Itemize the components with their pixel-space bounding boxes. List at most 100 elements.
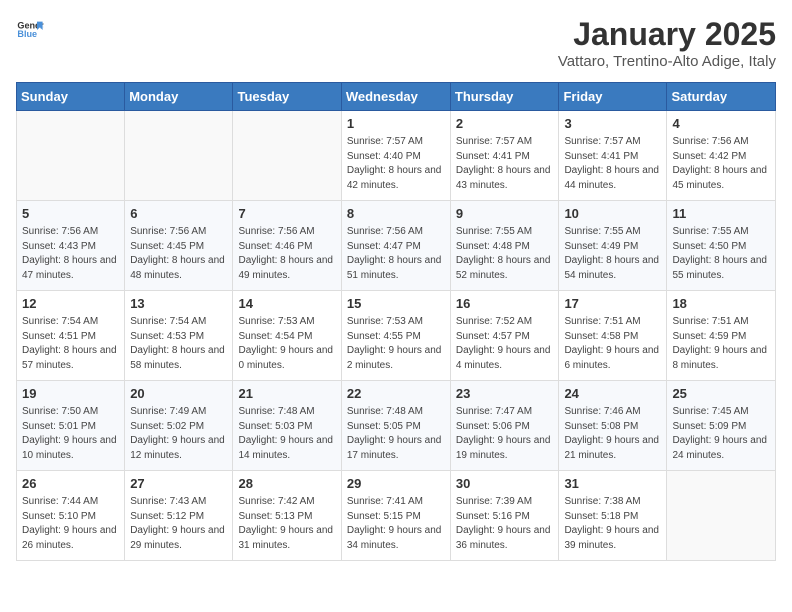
day-number: 4 <box>672 115 770 133</box>
calendar-cell <box>667 471 776 561</box>
day-number: 19 <box>22 385 119 403</box>
day-info: Sunrise: 7:56 AM Sunset: 4:46 PM Dayligh… <box>238 225 335 283</box>
calendar-cell: 16 Sunrise: 7:52 AM Sunset: 4:57 PM Dayli… <box>450 291 559 381</box>
calendar-cell: 12 Sunrise: 7:54 AM Sunset: 4:51 PM Dayli… <box>17 291 125 381</box>
day-number: 30 <box>456 475 554 493</box>
calendar-cell: 8 Sunrise: 7:56 AM Sunset: 4:47 PM Daylig… <box>341 201 450 291</box>
day-info: Sunrise: 7:54 AM Sunset: 4:51 PM Dayligh… <box>22 315 119 373</box>
calendar-cell: 19 Sunrise: 7:50 AM Sunset: 5:01 PM Dayli… <box>17 381 125 471</box>
calendar-cell: 30 Sunrise: 7:39 AM Sunset: 5:16 PM Dayli… <box>450 471 559 561</box>
header-saturday: Saturday <box>667 83 776 111</box>
day-number: 31 <box>564 475 661 493</box>
day-number: 28 <box>238 475 335 493</box>
day-number: 23 <box>456 385 554 403</box>
day-number: 6 <box>130 205 227 223</box>
day-info: Sunrise: 7:48 AM Sunset: 5:03 PM Dayligh… <box>238 405 335 463</box>
day-number: 15 <box>347 295 445 313</box>
calendar-cell: 28Sunrise: 7:42 AM Sunset: 5:13 PM Dayli… <box>233 471 341 561</box>
header: General Blue January 2025 Vattaro, Trent… <box>16 16 776 70</box>
day-number: 18 <box>672 295 770 313</box>
calendar-cell: 6 Sunrise: 7:56 AM Sunset: 4:45 PM Daylig… <box>125 201 233 291</box>
calendar-cell: 13 Sunrise: 7:54 AM Sunset: 4:53 PM Dayli… <box>125 291 233 381</box>
calendar-cell: 9 Sunrise: 7:55 AM Sunset: 4:48 PM Daylig… <box>450 201 559 291</box>
day-number: 9 <box>456 205 554 223</box>
calendar-week-5: 26 Sunrise: 7:44 AM Sunset: 5:10 PM Dayli… <box>17 471 776 561</box>
day-number: 3 <box>564 115 661 133</box>
header-wednesday: Wednesday <box>341 83 450 111</box>
day-info: Sunrise: 7:51 AM Sunset: 4:58 PM Dayligh… <box>564 315 661 373</box>
day-info: Sunrise: 7:57 AM Sunset: 4:40 PM Dayligh… <box>347 135 445 193</box>
day-info: Sunrise: 7:53 AM Sunset: 4:55 PM Dayligh… <box>347 315 445 373</box>
calendar-cell: 20 Sunrise: 7:49 AM Sunset: 5:02 PM Dayli… <box>125 381 233 471</box>
day-number: 11 <box>672 205 770 223</box>
day-info: Sunrise: 7:47 AM Sunset: 5:06 PM Dayligh… <box>456 405 554 463</box>
calendar-cell: 29Sunrise: 7:41 AM Sunset: 5:15 PM Dayli… <box>341 471 450 561</box>
calendar-cell: 17 Sunrise: 7:51 AM Sunset: 4:58 PM Dayli… <box>559 291 667 381</box>
day-number: 5 <box>22 205 119 223</box>
day-number: 12 <box>22 295 119 313</box>
calendar-cell: 23 Sunrise: 7:47 AM Sunset: 5:06 PM Dayli… <box>450 381 559 471</box>
calendar-cell: 18 Sunrise: 7:51 AM Sunset: 4:59 PM Dayli… <box>667 291 776 381</box>
calendar-cell: 14 Sunrise: 7:53 AM Sunset: 4:54 PM Dayli… <box>233 291 341 381</box>
day-info: Sunrise: 7:49 AM Sunset: 5:02 PM Dayligh… <box>130 405 227 463</box>
day-info: Sunrise: 7:54 AM Sunset: 4:53 PM Dayligh… <box>130 315 227 373</box>
day-number: 13 <box>130 295 227 313</box>
day-number: 20 <box>130 385 227 403</box>
calendar-week-1: 1 Sunrise: 7:57 AM Sunset: 4:40 PM Daylig… <box>17 111 776 201</box>
calendar-cell: 22Sunrise: 7:48 AM Sunset: 5:05 PM Dayli… <box>341 381 450 471</box>
day-info: Sunrise: 7:57 AM Sunset: 4:41 PM Dayligh… <box>456 135 554 193</box>
calendar-week-4: 19 Sunrise: 7:50 AM Sunset: 5:01 PM Dayli… <box>17 381 776 471</box>
main-title: January 2025 <box>558 16 776 53</box>
day-info: Sunrise: 7:53 AM Sunset: 4:54 PM Dayligh… <box>238 315 335 373</box>
day-info: Sunrise: 7:50 AM Sunset: 5:01 PM Dayligh… <box>22 405 119 463</box>
calendar-header-row: SundayMondayTuesdayWednesdayThursdayFrid… <box>17 83 776 111</box>
calendar-cell: 31 Sunrise: 7:38 AM Sunset: 5:18 PM Dayli… <box>559 471 667 561</box>
calendar-cell <box>233 111 341 201</box>
title-area: January 2025 Vattaro, Trentino-Alto Adig… <box>558 16 776 70</box>
day-info: Sunrise: 7:52 AM Sunset: 4:57 PM Dayligh… <box>456 315 554 373</box>
day-number: 17 <box>564 295 661 313</box>
day-number: 2 <box>456 115 554 133</box>
day-info: Sunrise: 7:39 AM Sunset: 5:16 PM Dayligh… <box>456 495 554 553</box>
day-info: Sunrise: 7:56 AM Sunset: 4:42 PM Dayligh… <box>672 135 770 193</box>
logo: General Blue <box>16 16 44 44</box>
day-number: 25 <box>672 385 770 403</box>
calendar-week-2: 5Sunrise: 7:56 AM Sunset: 4:43 PM Daylig… <box>17 201 776 291</box>
header-monday: Monday <box>125 83 233 111</box>
header-thursday: Thursday <box>450 83 559 111</box>
day-info: Sunrise: 7:56 AM Sunset: 4:47 PM Dayligh… <box>347 225 445 283</box>
day-info: Sunrise: 7:41 AM Sunset: 5:15 PM Dayligh… <box>347 495 445 553</box>
calendar-week-3: 12 Sunrise: 7:54 AM Sunset: 4:51 PM Dayli… <box>17 291 776 381</box>
calendar-cell <box>17 111 125 201</box>
subtitle: Vattaro, Trentino-Alto Adige, Italy <box>558 53 776 70</box>
day-info: Sunrise: 7:55 AM Sunset: 4:50 PM Dayligh… <box>672 225 770 283</box>
day-number: 26 <box>22 475 119 493</box>
svg-text:Blue: Blue <box>17 29 37 39</box>
day-number: 10 <box>564 205 661 223</box>
day-info: Sunrise: 7:38 AM Sunset: 5:18 PM Dayligh… <box>564 495 661 553</box>
day-number: 1 <box>347 115 445 133</box>
day-info: Sunrise: 7:56 AM Sunset: 4:45 PM Dayligh… <box>130 225 227 283</box>
day-info: Sunrise: 7:55 AM Sunset: 4:49 PM Dayligh… <box>564 225 661 283</box>
day-info: Sunrise: 7:57 AM Sunset: 4:41 PM Dayligh… <box>564 135 661 193</box>
day-number: 8 <box>347 205 445 223</box>
calendar-cell: 24 Sunrise: 7:46 AM Sunset: 5:08 PM Dayli… <box>559 381 667 471</box>
day-info: Sunrise: 7:55 AM Sunset: 4:48 PM Dayligh… <box>456 225 554 283</box>
day-info: Sunrise: 7:48 AM Sunset: 5:05 PM Dayligh… <box>347 405 445 463</box>
day-number: 27 <box>130 475 227 493</box>
day-number: 16 <box>456 295 554 313</box>
calendar-cell: 4 Sunrise: 7:56 AM Sunset: 4:42 PM Daylig… <box>667 111 776 201</box>
day-info: Sunrise: 7:45 AM Sunset: 5:09 PM Dayligh… <box>672 405 770 463</box>
calendar-cell: 27Sunrise: 7:43 AM Sunset: 5:12 PM Dayli… <box>125 471 233 561</box>
calendar-cell: 7 Sunrise: 7:56 AM Sunset: 4:46 PM Daylig… <box>233 201 341 291</box>
day-info: Sunrise: 7:44 AM Sunset: 5:10 PM Dayligh… <box>22 495 119 553</box>
header-friday: Friday <box>559 83 667 111</box>
calendar-cell <box>125 111 233 201</box>
calendar-cell: 1 Sunrise: 7:57 AM Sunset: 4:40 PM Daylig… <box>341 111 450 201</box>
day-info: Sunrise: 7:46 AM Sunset: 5:08 PM Dayligh… <box>564 405 661 463</box>
day-number: 7 <box>238 205 335 223</box>
day-number: 24 <box>564 385 661 403</box>
calendar-table: SundayMondayTuesdayWednesdayThursdayFrid… <box>16 82 776 561</box>
day-number: 14 <box>238 295 335 313</box>
day-info: Sunrise: 7:51 AM Sunset: 4:59 PM Dayligh… <box>672 315 770 373</box>
